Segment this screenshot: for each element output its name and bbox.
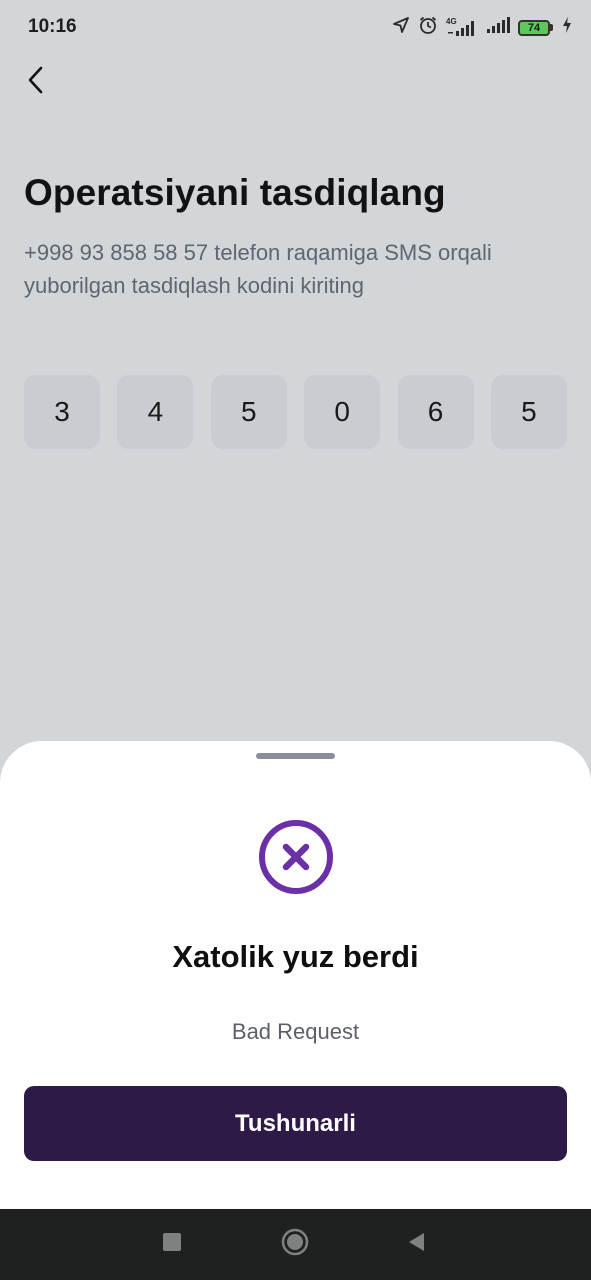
system-nav-bar bbox=[0, 1209, 591, 1280]
recent-apps-square-icon bbox=[162, 1232, 182, 1257]
error-x-circle-icon bbox=[258, 819, 334, 895]
sheet-drag-handle[interactable] bbox=[256, 753, 335, 759]
alarm-icon bbox=[418, 15, 438, 40]
status-icons: 4G 74 bbox=[392, 15, 573, 40]
signal-4g-icon: 4G bbox=[446, 17, 478, 37]
system-back-button[interactable] bbox=[376, 1209, 456, 1280]
error-message: Bad Request bbox=[231, 1019, 360, 1044]
code-digit-2[interactable]: 4 bbox=[117, 375, 194, 449]
page-subtitle: +998 93 858 58 57 telefon raqamiga SMS o… bbox=[24, 240, 492, 298]
home-circle-icon bbox=[281, 1228, 309, 1261]
battery-icon: 74 bbox=[518, 19, 553, 36]
status-time: 10:16 bbox=[28, 16, 77, 37]
code-digit-4[interactable]: 0 bbox=[304, 375, 381, 449]
home-button[interactable] bbox=[255, 1209, 335, 1280]
error-title: Xatolik yuz berdi bbox=[172, 939, 419, 974]
status-bar: 10:16 4G 74 bbox=[0, 0, 591, 52]
back-triangle-icon bbox=[406, 1231, 426, 1258]
code-digit-3[interactable]: 5 bbox=[210, 375, 287, 449]
error-bottom-sheet: Xatolik yuz berdi Bad Request Tushunarli bbox=[0, 741, 591, 1209]
chevron-left-icon bbox=[26, 65, 46, 100]
confirm-button[interactable]: Tushunarli bbox=[24, 1086, 567, 1161]
verification-code-input[interactable]: 3 4 5 0 6 5 bbox=[24, 375, 567, 449]
location-arrow-icon bbox=[392, 16, 410, 39]
code-digit-6[interactable]: 5 bbox=[490, 375, 567, 449]
code-digit-5[interactable]: 6 bbox=[397, 375, 474, 449]
page-title: Operatsiyani tasdiqlang bbox=[24, 172, 446, 213]
screen: 10:16 4G 74 Operatsiyani tasdiqlang +998… bbox=[0, 0, 591, 1280]
recent-apps-button[interactable] bbox=[132, 1209, 212, 1280]
signal-icon bbox=[486, 16, 510, 39]
charging-icon bbox=[561, 16, 573, 39]
code-digit-1[interactable]: 3 bbox=[24, 375, 100, 449]
back-button[interactable] bbox=[18, 62, 54, 102]
battery-level: 74 bbox=[518, 19, 550, 36]
